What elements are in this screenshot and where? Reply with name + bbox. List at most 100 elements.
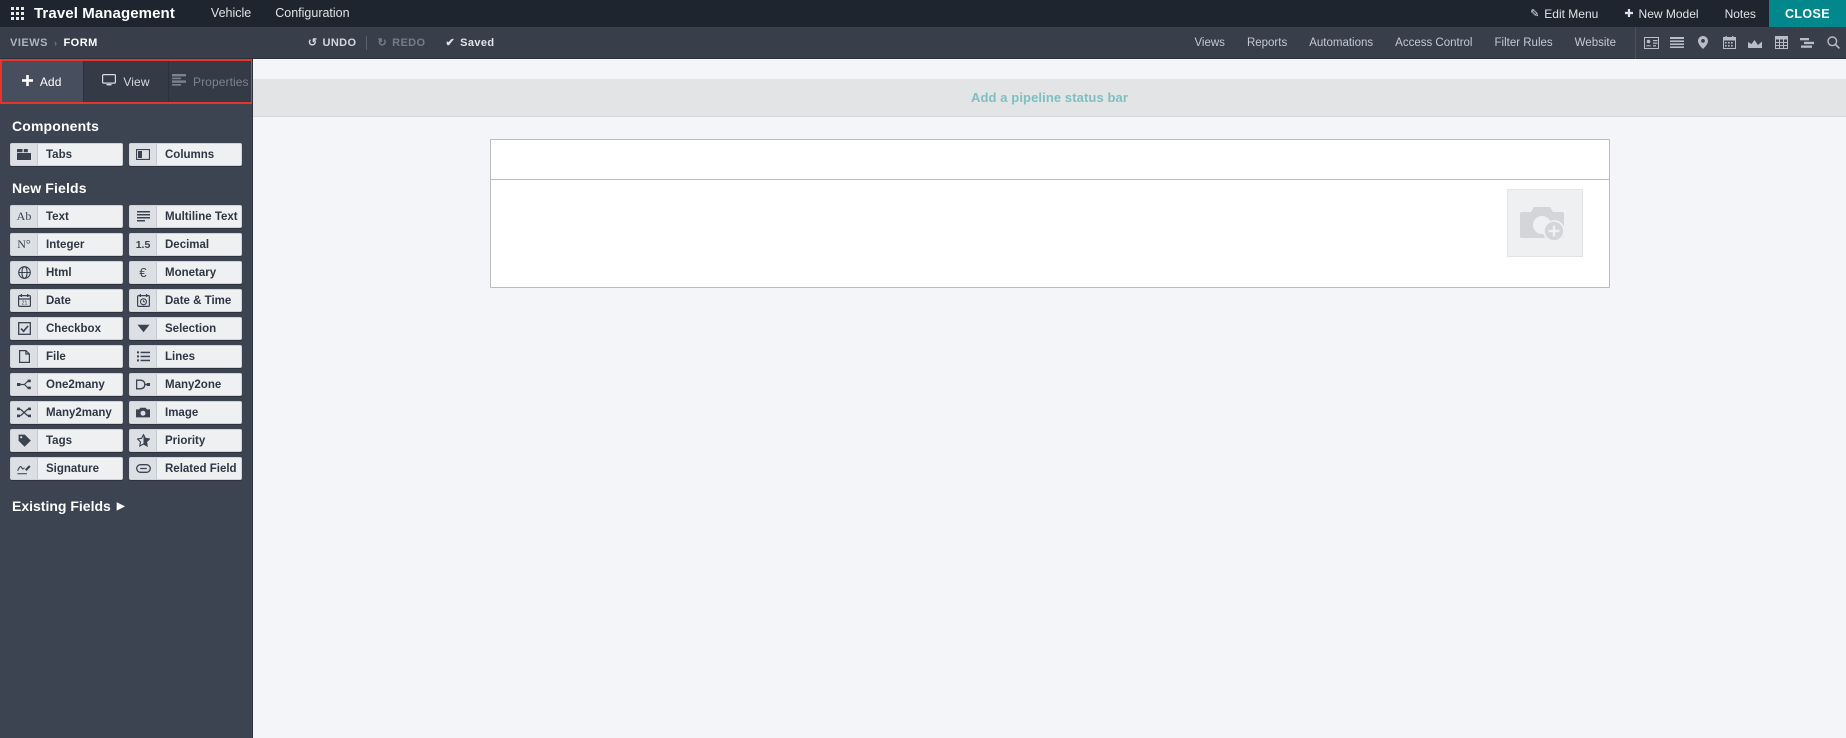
camera-plus-icon[interactable]	[1506, 189, 1583, 257]
properties-icon	[171, 74, 186, 89]
field-priority-label: Priority	[157, 430, 241, 451]
decimal-icon: 1.5	[130, 234, 157, 255]
chevron-right-icon: ▶	[116, 500, 125, 512]
field-file[interactable]: File	[10, 345, 123, 368]
kanban-card-icon[interactable]	[1638, 27, 1664, 59]
field-monetary[interactable]: € Monetary	[129, 261, 242, 284]
component-columns[interactable]: Columns	[129, 143, 242, 166]
one2many-icon	[11, 374, 38, 395]
form-sheet-body[interactable]	[491, 180, 1609, 287]
link-automations[interactable]: Automations	[1298, 37, 1384, 49]
field-monetary-label: Monetary	[157, 262, 241, 283]
field-image[interactable]: Image	[129, 401, 242, 424]
tab-properties-label: Properties	[192, 74, 249, 89]
link-filter-rules[interactable]: Filter Rules	[1484, 37, 1564, 49]
component-tabs-label: Tabs	[38, 144, 122, 165]
search-icon[interactable]	[1820, 27, 1846, 59]
sub-header-links: Views Reports Automations Access Control…	[1183, 26, 1846, 59]
tab-add[interactable]: Add	[0, 59, 85, 104]
saved-status[interactable]: ✔ Saved	[435, 36, 504, 50]
apps-grid-icon[interactable]	[0, 0, 34, 27]
top-bar: Travel Management Vehicle Configuration …	[0, 0, 1846, 27]
pencil-icon: ✎	[1530, 8, 1540, 20]
integer-icon: N°	[11, 234, 38, 255]
field-date-label: Date	[38, 290, 122, 311]
link-icon	[130, 458, 157, 479]
gantt-icon[interactable]	[1794, 27, 1820, 59]
svg-text:21: 21	[21, 301, 27, 307]
undo-button[interactable]: ↺ UNDO	[298, 36, 367, 50]
camera-icon	[130, 402, 157, 423]
redo-button[interactable]: ↻ REDO	[367, 36, 435, 50]
link-views[interactable]: Views	[1183, 37, 1235, 49]
edit-menu-button[interactable]: ✎ Edit Menu	[1517, 0, 1611, 27]
breadcrumb-separator: ›	[53, 37, 58, 48]
undo-label: UNDO	[322, 36, 357, 49]
field-html[interactable]: Html	[10, 261, 123, 284]
field-lines[interactable]: Lines	[129, 345, 242, 368]
field-checkbox[interactable]: Checkbox	[10, 317, 123, 340]
form-sheet	[489, 139, 1610, 288]
link-reports[interactable]: Reports	[1236, 37, 1298, 49]
signature-icon	[11, 458, 38, 479]
check-icon: ✔	[445, 37, 456, 49]
field-priority[interactable]: Priority	[129, 429, 242, 452]
sub-header: VIEWS › FORM ↺ UNDO ↻ REDO ✔ Saved Views…	[0, 26, 1846, 59]
pivot-table-icon[interactable]	[1768, 27, 1794, 59]
field-decimal[interactable]: 1.5 Decimal	[129, 233, 242, 256]
breadcrumb-views[interactable]: VIEWS	[10, 37, 48, 49]
multiline-text-icon	[130, 206, 157, 227]
add-pipeline-status-bar-link[interactable]: Add a pipeline status bar	[971, 90, 1128, 105]
lines-list-icon	[130, 346, 157, 367]
field-date-time[interactable]: Date & Time	[129, 289, 242, 312]
tab-properties[interactable]: Properties	[169, 59, 252, 104]
plus-icon	[21, 74, 33, 89]
field-date[interactable]: 21 Date	[10, 289, 123, 312]
text-ab-icon: Ab	[11, 206, 38, 227]
close-button[interactable]: CLOSE	[1768, 0, 1846, 27]
pipeline-status-bar-dropzone[interactable]: Add a pipeline status bar	[253, 79, 1846, 117]
link-website[interactable]: Website	[1564, 37, 1627, 49]
new-model-button[interactable]: ✚ New Model	[1611, 0, 1711, 27]
map-pin-icon[interactable]	[1690, 27, 1716, 59]
field-text[interactable]: Ab Text	[10, 205, 123, 228]
menu-item-configuration[interactable]: Configuration	[263, 0, 361, 27]
list-icon[interactable]	[1664, 27, 1690, 59]
field-multiline-text-label: Multiline Text	[157, 206, 241, 227]
field-one2many-label: One2many	[38, 374, 122, 395]
breadcrumb-form: FORM	[63, 36, 98, 49]
field-one2many[interactable]: One2many	[10, 373, 123, 396]
field-tags[interactable]: Tags	[10, 429, 123, 452]
field-date-time-label: Date & Time	[157, 290, 241, 311]
notes-button[interactable]: Notes	[1712, 0, 1769, 27]
undo-redo-group: ↺ UNDO ↻ REDO ✔ Saved	[298, 35, 505, 50]
existing-fields-label: Existing Fields	[12, 498, 111, 514]
component-columns-label: Columns	[157, 144, 241, 165]
form-sheet-header[interactable]	[490, 140, 1609, 180]
plus-icon: ✚	[1624, 8, 1634, 20]
field-many2one-label: Many2one	[157, 374, 241, 395]
notes-label: Notes	[1724, 6, 1756, 21]
link-access-control[interactable]: Access Control	[1384, 37, 1483, 49]
menu-item-vehicle[interactable]: Vehicle	[199, 0, 263, 27]
tab-view[interactable]: View	[84, 59, 169, 104]
redo-icon: ↻	[377, 37, 388, 49]
field-many2many-label: Many2many	[38, 402, 122, 423]
field-selection[interactable]: Selection	[129, 317, 242, 340]
field-integer[interactable]: N° Integer	[10, 233, 123, 256]
caret-down-icon	[130, 318, 157, 339]
existing-fields-toggle[interactable]: Existing Fields ▶	[0, 480, 252, 514]
new-model-label: New Model	[1638, 6, 1699, 21]
field-related-field[interactable]: Related Field	[129, 457, 242, 480]
field-signature[interactable]: Signature	[10, 457, 123, 480]
field-multiline-text[interactable]: Multiline Text	[129, 205, 242, 228]
calendar-icon[interactable]	[1716, 27, 1742, 59]
field-integer-label: Integer	[38, 234, 122, 255]
field-many2many[interactable]: Many2many	[10, 401, 123, 424]
many2many-icon	[11, 402, 38, 423]
components-grid: Tabs Columns	[0, 143, 252, 166]
graph-icon[interactable]	[1742, 27, 1768, 59]
field-many2one[interactable]: Many2one	[129, 373, 242, 396]
globe-icon	[11, 262, 38, 283]
component-tabs[interactable]: Tabs	[10, 143, 123, 166]
